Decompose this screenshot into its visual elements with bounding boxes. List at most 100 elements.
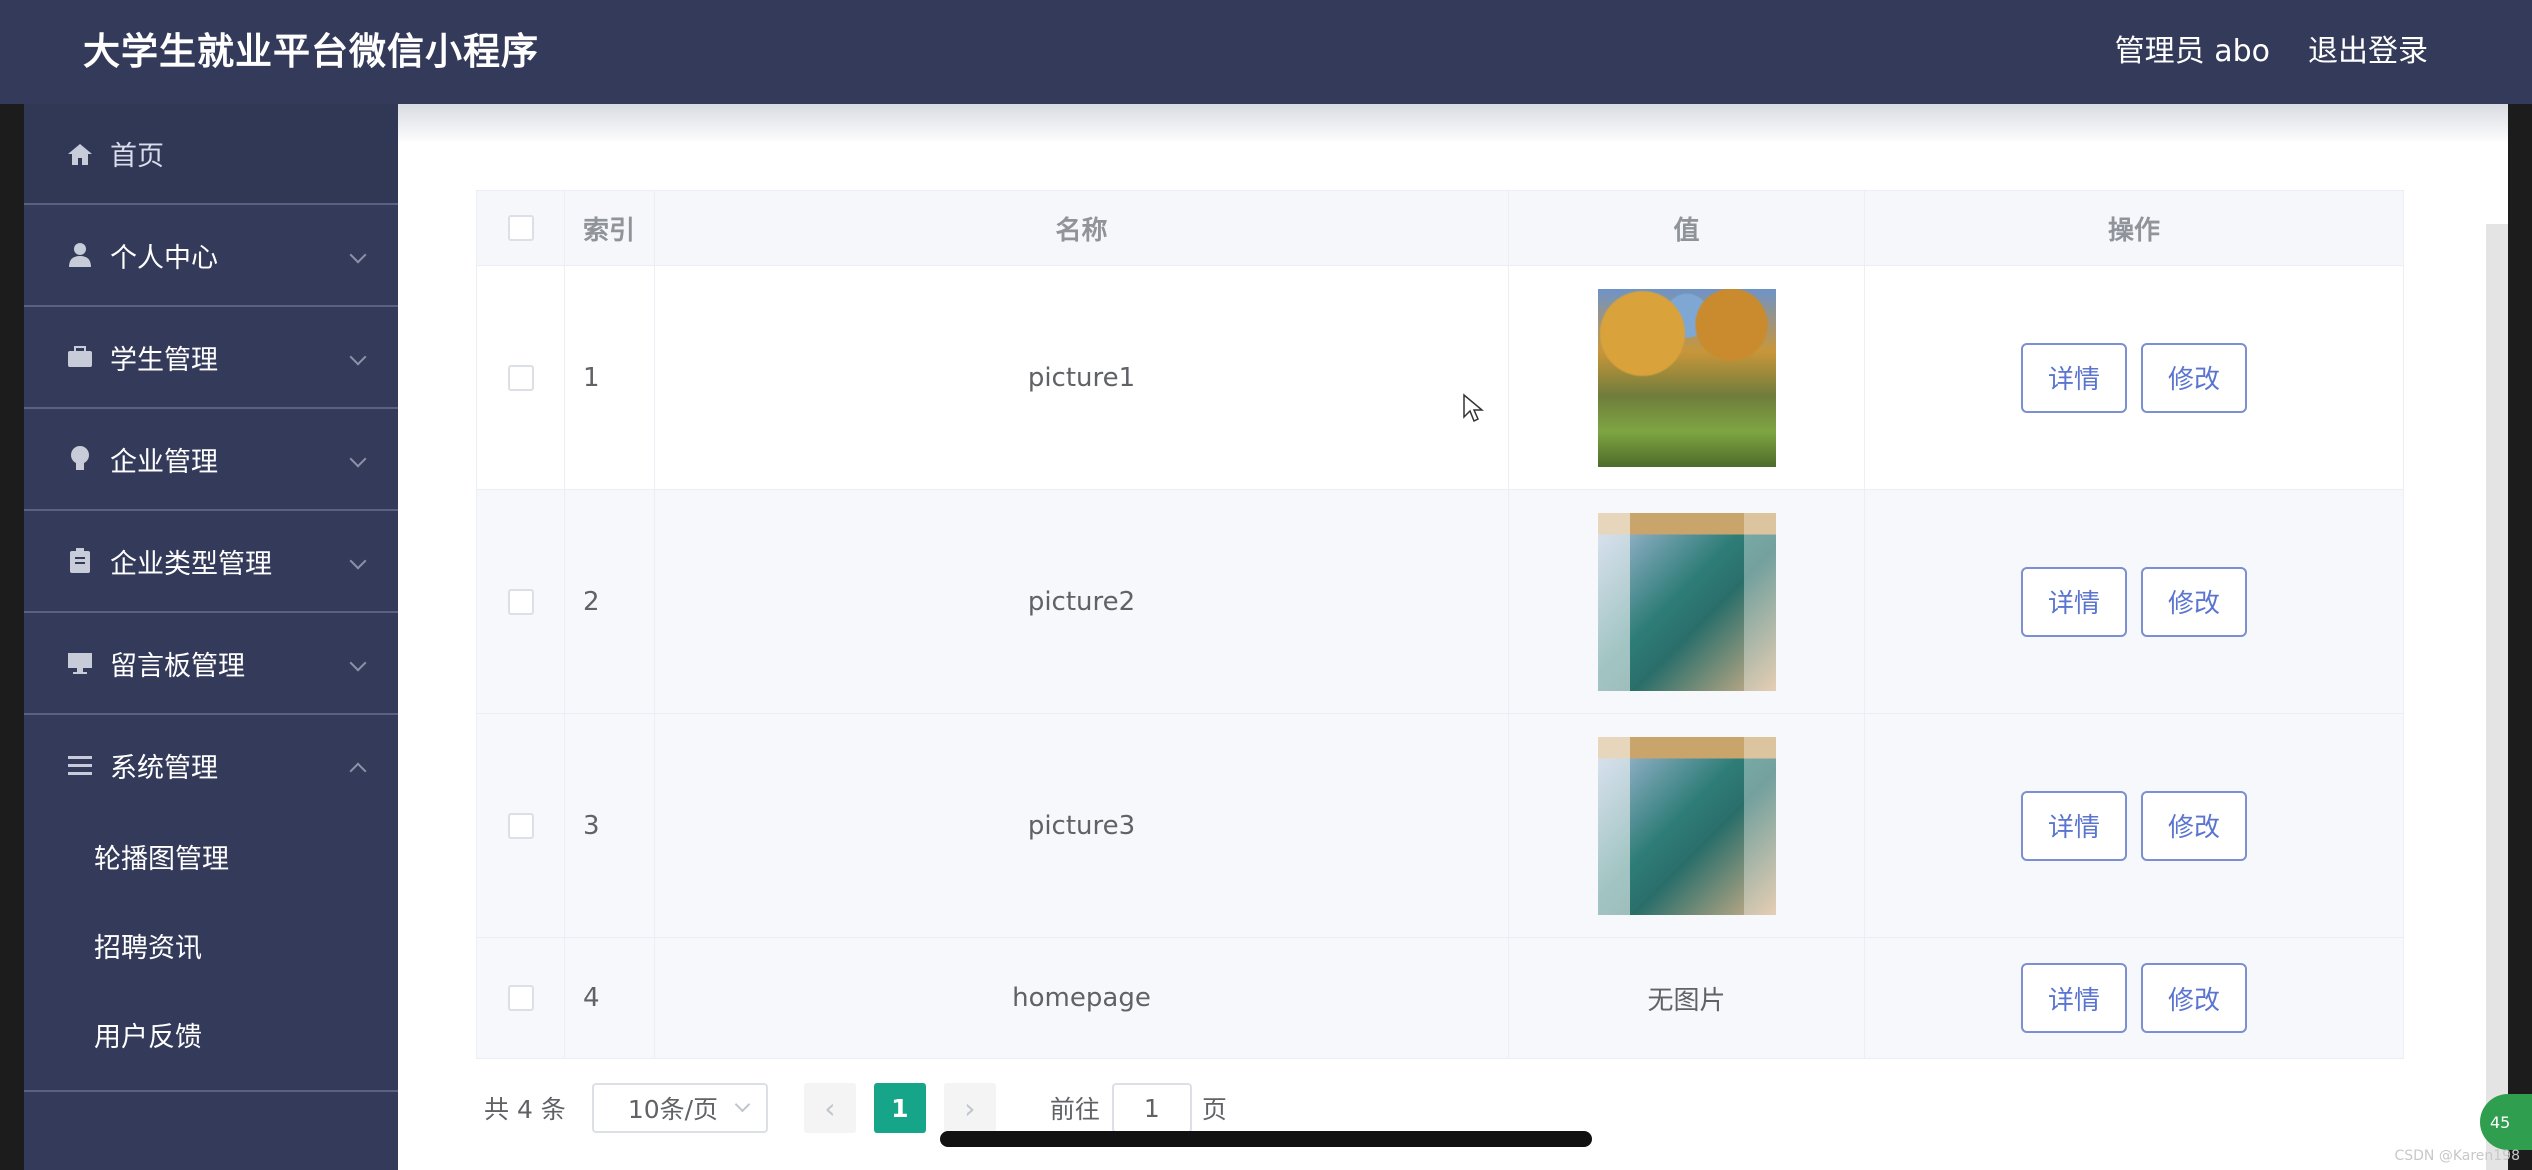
user-icon <box>66 241 94 269</box>
app-title: 大学生就业平台微信小程序 <box>83 30 539 73</box>
detail-button[interactable]: 详情 <box>2021 342 2127 413</box>
system-management-submenu: 轮播图管理 招聘资讯 用户反馈 <box>24 815 398 1092</box>
submenu-item-recruitment-news[interactable]: 招聘资讯 <box>24 904 398 993</box>
table-row: 2 picture2 详情 修改 <box>477 490 2403 714</box>
main-content: 索引 名称 值 操作 1 picture1 详情 修改 2 picture2 详… <box>398 104 2508 1170</box>
chevron-up-icon <box>349 762 367 780</box>
row-value: 无图片 <box>1509 938 1865 1058</box>
home-icon <box>66 140 94 168</box>
sidebar-item-label: 个人中心 <box>110 242 218 274</box>
scrollbar[interactable] <box>2486 224 2508 1170</box>
edit-button[interactable]: 修改 <box>2141 342 2247 413</box>
chevron-down-icon <box>349 450 367 468</box>
clipboard-icon <box>66 547 94 575</box>
logout-link[interactable]: 退出登录 <box>2308 0 2428 104</box>
mouse-cursor-icon <box>1463 393 1484 423</box>
goto-label: 前往 <box>1049 1095 1100 1124</box>
menu-lines-icon <box>66 751 94 779</box>
row-checkbox-cell <box>477 490 565 713</box>
watermark: CSDN @Karen198 <box>2394 1148 2520 1164</box>
row-checkbox-cell <box>477 938 565 1058</box>
sidebar-item-student-management[interactable]: 学生管理 <box>24 307 398 409</box>
row-index: 3 <box>565 714 655 937</box>
total-count: 共 4 条 <box>484 1095 566 1124</box>
sidebar-item-label: 首页 <box>110 141 164 172</box>
edit-button[interactable]: 修改 <box>2141 963 2247 1033</box>
row-actions: 详情 修改 <box>1865 490 2403 713</box>
row-actions: 详情 修改 <box>1865 714 2403 937</box>
header-checkbox-cell <box>477 191 565 265</box>
home-indicator-bar <box>940 1131 1592 1147</box>
column-header-index: 索引 <box>565 191 655 265</box>
sidebar-item-company-type-management[interactable]: 企业类型管理 <box>24 511 398 613</box>
sidebar-item-label: 企业类型管理 <box>110 548 272 580</box>
chevron-left-icon: ‹ <box>824 1091 836 1125</box>
header-shadow <box>398 104 2508 144</box>
row-checkbox[interactable] <box>507 985 534 1011</box>
sidebar-item-home[interactable]: 首页 <box>24 104 398 205</box>
submenu-item-carousel-management[interactable]: 轮播图管理 <box>24 815 398 904</box>
submenu-item-user-feedback[interactable]: 用户反馈 <box>24 993 398 1082</box>
page-size-value: 10条/页 <box>627 1095 719 1124</box>
row-name: homepage <box>655 938 1509 1058</box>
detail-button[interactable]: 详情 <box>2021 566 2127 637</box>
chevron-down-icon <box>349 348 367 366</box>
row-checkbox[interactable] <box>507 588 534 615</box>
detail-button[interactable]: 详情 <box>2021 963 2127 1033</box>
bulb-icon <box>66 445 94 473</box>
column-header-actions: 操作 <box>2107 215 2160 246</box>
row-actions: 详情 修改 <box>1865 938 2403 1058</box>
table-row: 3 picture3 详情 修改 <box>477 714 2403 938</box>
sidebar-item-message-board-management[interactable]: 留言板管理 <box>24 613 398 715</box>
prev-page-button[interactable]: ‹ <box>803 1083 856 1133</box>
edit-button[interactable]: 修改 <box>2141 790 2247 861</box>
sidebar-item-label: 系统管理 <box>110 752 218 784</box>
row-index: 4 <box>565 938 655 1058</box>
sidebar: 首页 个人中心 学生管理 企业管理 企业类型管理 留言板管理 系统管理 轮播图管… <box>24 104 398 1170</box>
row-name: picture2 <box>655 490 1509 713</box>
sidebar-item-personal-center[interactable]: 个人中心 <box>24 205 398 307</box>
next-page-button[interactable]: › <box>943 1083 996 1133</box>
detail-button[interactable]: 详情 <box>2021 790 2127 861</box>
top-header: 大学生就业平台微信小程序 管理员 abo 退出登录 <box>0 0 2532 104</box>
sidebar-item-company-management[interactable]: 企业管理 <box>24 409 398 511</box>
row-checkbox[interactable] <box>507 812 534 839</box>
row-checkbox-cell <box>477 714 565 937</box>
data-table: 索引 名称 值 操作 1 picture1 详情 修改 2 picture2 详… <box>476 190 2404 1059</box>
page-number-button[interactable]: 1 <box>873 1083 926 1133</box>
table-row: 1 picture1 详情 修改 <box>477 266 2403 490</box>
row-name: picture3 <box>655 714 1509 937</box>
chevron-down-icon <box>349 552 367 570</box>
briefcase-icon <box>66 343 94 371</box>
chevron-down-icon <box>349 246 367 264</box>
chevron-down-icon <box>349 654 367 672</box>
pagination: 共 4 条 10条/页 ‹ 1 › 前往 1 页 <box>484 1080 1227 1136</box>
select-all-checkbox[interactable] <box>507 215 534 241</box>
row-index: 2 <box>565 490 655 713</box>
row-name: picture1 <box>655 266 1509 489</box>
goto-page-input[interactable]: 1 <box>1111 1083 1192 1133</box>
classroom-photo-thumbnail[interactable] <box>1597 512 1776 691</box>
row-value <box>1509 490 1865 713</box>
page-size-select[interactable]: 10条/页 <box>591 1083 768 1133</box>
park-photo-thumbnail[interactable] <box>1597 288 1776 467</box>
row-checkbox[interactable] <box>507 364 534 391</box>
table-header-row: 索引 名称 值 操作 <box>477 191 2403 266</box>
row-value <box>1509 714 1865 937</box>
chevron-down-icon <box>734 1096 751 1113</box>
sidebar-item-system-management[interactable]: 系统管理 <box>24 715 398 815</box>
sidebar-item-label: 学生管理 <box>110 344 218 376</box>
goto-suffix: 页 <box>1201 1095 1227 1124</box>
table-row: 4 homepage 无图片 详情 修改 <box>477 938 2403 1059</box>
current-user: 管理员 abo <box>2114 34 2270 69</box>
sidebar-item-label: 企业管理 <box>110 446 218 478</box>
sidebar-item-label: 留言板管理 <box>110 650 245 682</box>
chevron-right-icon: › <box>964 1091 976 1125</box>
edit-button[interactable]: 修改 <box>2141 566 2247 637</box>
row-actions: 详情 修改 <box>1865 266 2403 489</box>
monitor-icon <box>66 649 94 677</box>
classroom-photo-thumbnail[interactable] <box>1597 736 1776 915</box>
row-value <box>1509 266 1865 489</box>
row-checkbox-cell <box>477 266 565 489</box>
floating-badge[interactable]: 45 <box>2480 1094 2532 1150</box>
